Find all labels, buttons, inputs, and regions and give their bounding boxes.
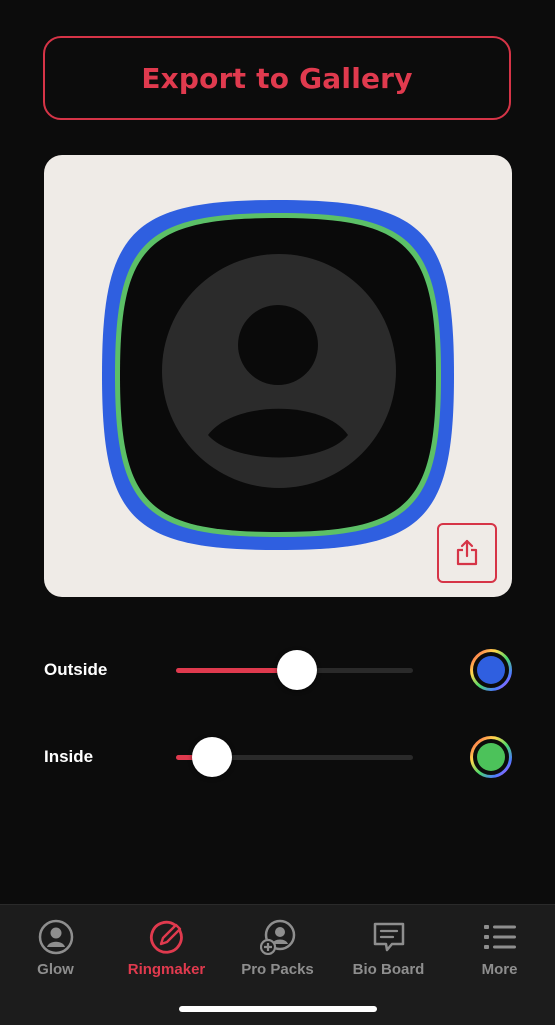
list-icon <box>484 925 516 949</box>
tab-ringmaker[interactable]: Ringmaker <box>111 905 222 995</box>
inside-slider-thumb[interactable] <box>191 737 232 777</box>
tab-bio-board-label: Bio Board <box>352 961 425 978</box>
tab-glow[interactable]: Glow <box>0 905 111 995</box>
tab-more[interactable]: More <box>444 905 555 995</box>
share-icon <box>456 539 478 566</box>
ring-preview <box>44 155 512 597</box>
tab-pro-packs[interactable]: Pro Packs <box>222 905 333 995</box>
person-plus-icon <box>260 919 296 955</box>
inside-slider-row: Inside <box>0 727 555 787</box>
outside-slider-thumb[interactable] <box>276 650 317 690</box>
inside-color-swatch <box>477 743 505 771</box>
home-indicator <box>179 1006 377 1012</box>
avatar-placeholder-head <box>238 305 318 385</box>
outside-color-swatch <box>477 656 505 684</box>
outside-slider[interactable] <box>176 650 413 690</box>
share-button[interactable] <box>437 523 497 583</box>
outside-color-picker[interactable] <box>470 649 512 691</box>
tab-pro-packs-label: Pro Packs <box>241 961 314 978</box>
ring-pencil-icon <box>149 920 183 954</box>
tab-glow-label: Glow <box>37 961 74 978</box>
tab-more-label: More <box>481 961 518 978</box>
tab-ringmaker-label: Ringmaker <box>127 961 206 978</box>
export-to-gallery-button[interactable]: Export to Gallery <box>43 36 511 120</box>
tab-bio-board[interactable]: Bio Board <box>333 905 444 995</box>
inside-label: Inside <box>44 747 94 766</box>
inside-color-picker[interactable] <box>470 736 512 778</box>
outside-slider-row: Outside <box>0 640 555 700</box>
outside-label: Outside <box>44 660 108 679</box>
speech-bubble-icon <box>373 922 405 952</box>
person-circle-icon <box>38 919 74 955</box>
inside-slider[interactable] <box>176 737 413 777</box>
